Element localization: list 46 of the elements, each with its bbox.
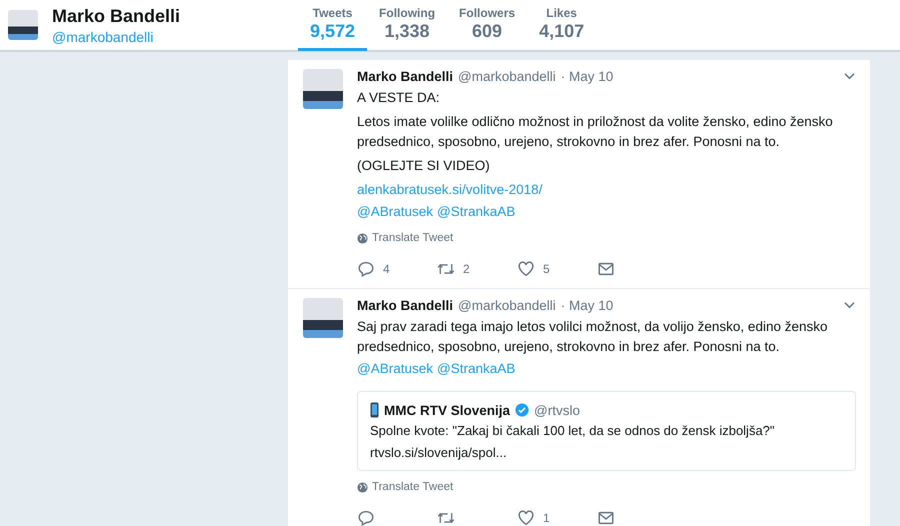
profile-stat-tab[interactable]: Likes 4,107 (527, 0, 596, 51)
tweet-text: (OGLEJTE SI VIDEO) (357, 157, 491, 175)
mention-link[interactable]: @ABratusek (357, 202, 433, 222)
tweet-text: Letos imate volilke odlično možnost in priložnost da volite žensko, edino žensko predsednico, sposobno, urejeno, strokovno in brez afer. Ponosni na to. (357, 113, 834, 151)
mention-link[interactable]: @StrankaAB (436, 202, 516, 222)
globe-icon (357, 482, 368, 492)
mention-link[interactable]: @StrankaAB (436, 359, 516, 379)
author-handle: @markobandelli (458, 298, 556, 313)
envelope-icon (597, 260, 615, 278)
heart-icon (517, 509, 535, 526)
profile-name: Marko Bandelli (52, 6, 180, 26)
translate-link[interactable]: Translate Tweet (372, 481, 454, 493)
profile-stat-tab[interactable]: Tweets 9,572 (298, 0, 368, 51)
avatar-photo (8, 10, 38, 40)
heart-icon (517, 260, 535, 278)
tweet-date[interactable]: · May 10 (560, 69, 614, 84)
profile-handle: @markobandelli (52, 28, 154, 44)
avatar-photo (303, 298, 343, 338)
author-handle: @markobandelli (458, 69, 556, 84)
retweet-button[interactable]: 2 (437, 256, 517, 282)
mention-link[interactable]: @ABratusek (357, 359, 433, 379)
tweet-link[interactable]: alenkabratusek.si/volitve-2018/ (357, 180, 856, 200)
tweet-text: A VESTE DA: (357, 89, 441, 107)
quoted-text: Spolne kvote: "Zakaj bi čakali 100 let, da se odnos do žensk izboljša?" (370, 422, 776, 440)
quoted-author-name: MMC RTV Slovenija (384, 402, 510, 418)
reply-button[interactable]: 4 (357, 256, 437, 282)
caret-icon[interactable] (843, 72, 856, 81)
like-button[interactable]: 1 (517, 505, 597, 526)
globe-icon (357, 232, 368, 244)
translate-link[interactable]: Translate Tweet (372, 232, 454, 244)
envelope-icon (597, 509, 615, 526)
quoted-link: rtvslo.si/slovenija/spol... (370, 444, 508, 462)
profile-stat-tab[interactable]: Followers 609 (447, 0, 528, 51)
tweet-text: Saj prav zaradi tega imajo letos volilci možnost, da volijo žensko, edino žensko predsednico, sposobno, urejeno, strokovno in brez afer. Ponosni na to. (357, 318, 828, 356)
profile-stat-tab[interactable]: Following 1,338 (367, 0, 448, 51)
author-name[interactable]: Marko Bandelli (357, 298, 454, 313)
like-button[interactable]: 5 (517, 256, 597, 282)
phone-icon (370, 402, 379, 418)
speech-bubble-icon (357, 509, 375, 526)
quoted-tweet[interactable]: MMC RTV Slovenija @rtvslo Spolne kvote: "Zakaj bi čakali 100 let, da se odnos do žensk izboljša?" rtvslo.si/slovenija/spol... (357, 391, 856, 471)
speech-bubble-icon (357, 260, 375, 278)
tweet-date[interactable]: · May 10 (560, 298, 614, 313)
caret-icon[interactable] (843, 301, 856, 310)
avatar-photo (303, 69, 343, 109)
quoted-author-handle: @rtvslo (534, 402, 580, 418)
author-name[interactable]: Marko Bandelli (357, 69, 454, 84)
